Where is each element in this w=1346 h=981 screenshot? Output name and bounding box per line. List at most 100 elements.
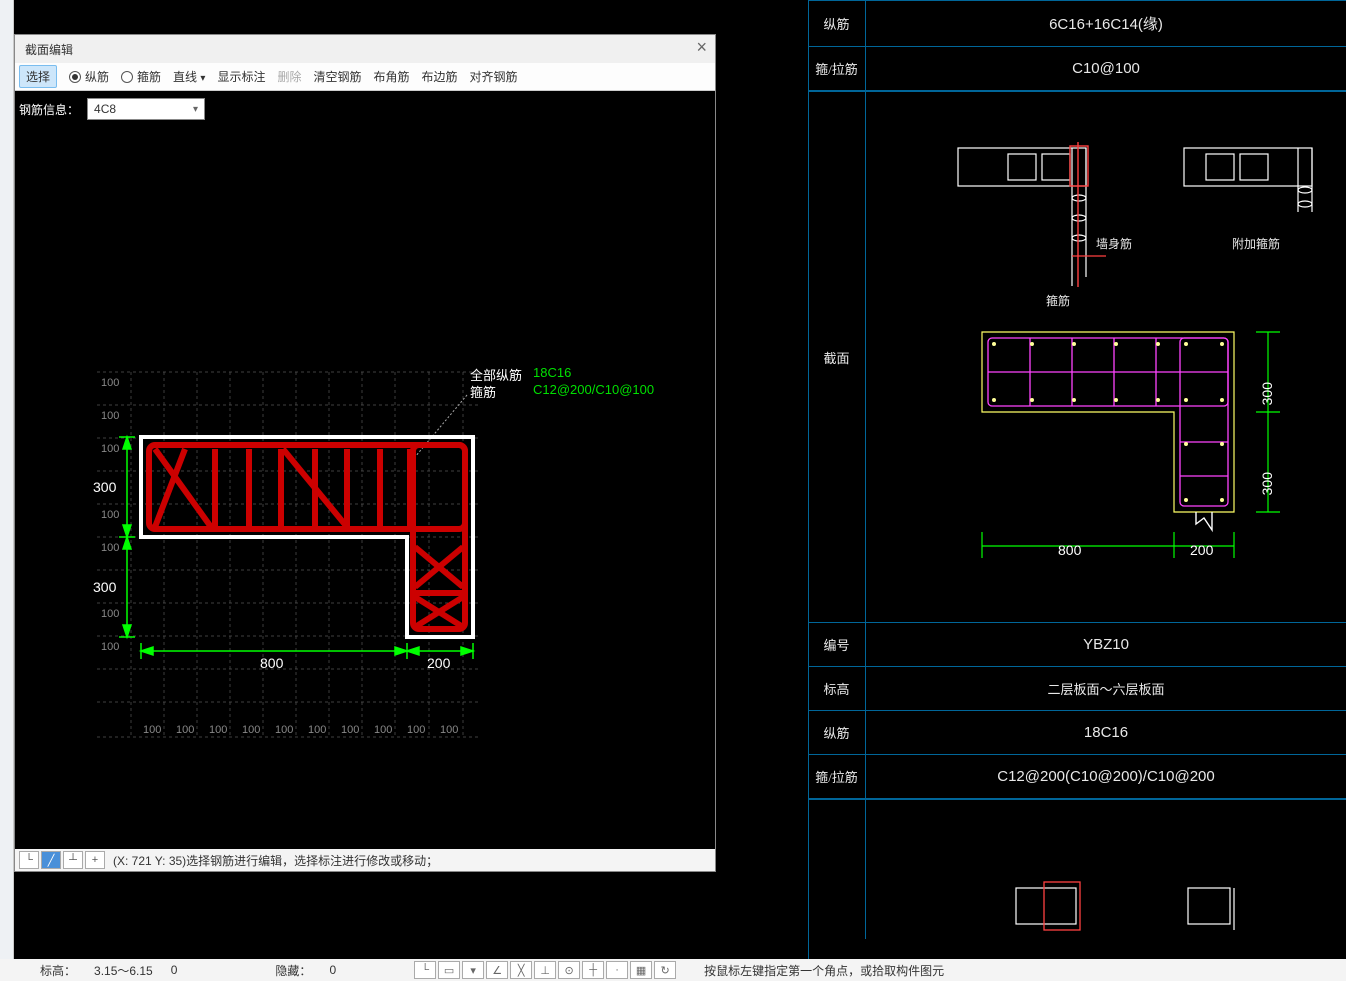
radio-dot-icon [69,71,81,83]
section-canvas[interactable]: 全部纵筋 18C16 箍筋 C12@200/C10@100 [15,127,715,849]
dialog-toolbar: 选择 纵筋 箍筋 直线 ▾ 显示标注 删除 清空钢筋 布角筋 布边筋 对齐钢筋 [15,63,715,91]
status-text: (X: 721 Y: 35)选择钢筋进行编辑，选择标注进行修改或移动； [113,852,438,869]
row-value-stirrup2: C12@200(C10@200)/C10@200 [866,755,1346,798]
row-label-id: 编号 [808,623,866,666]
rebar-info-combo[interactable]: 4C8 [87,98,205,120]
ortho-icon[interactable]: ┼ [582,961,604,979]
row-value-longitudinal: 6C16+16C14(缘) [866,1,1346,46]
global-hint: 按鼠标左键指定第一个角点，或拾取构件图元 [704,962,944,979]
grid-label: 100 [308,724,326,736]
grid-label: 100 [242,724,260,736]
dim-w2: 200 [427,655,450,671]
rebar-info-value: 4C8 [94,102,116,116]
cad-detail-panel[interactable]: 纵筋 6C16+16C14(缘) 箍/拉筋 C10@100 截面 [808,0,1346,960]
dim-w1: 800 [260,655,283,671]
radio-stirrup-label: 箍筋 [137,68,161,85]
grid-label: 100 [440,724,458,736]
row-label-stirrup2: 箍/拉筋 [808,755,866,798]
align-rebar-button[interactable]: 对齐钢筋 [470,68,518,85]
elev-value: 3.15～6.15 [94,962,153,979]
grid-label: 100 [101,542,119,554]
snap-line-icon[interactable]: ╱ [41,851,61,869]
dialog-status-bar: └ ╱ ┴ + (X: 721 Y: 35)选择钢筋进行编辑，选择标注进行修改或… [15,849,715,871]
grid-label: 100 [101,377,119,389]
row-value-longitudinal2: 18C16 [866,711,1346,754]
grid-label: 100 [341,724,359,736]
row-label-longitudinal2: 纵筋 [808,711,866,754]
clear-button[interactable]: 清空钢筋 [313,68,361,85]
select-button[interactable]: 选择 [19,65,57,88]
dialog-titlebar[interactable]: 截面编辑 × [15,35,715,63]
close-icon[interactable]: × [696,37,707,58]
snap-rect-icon[interactable]: ▭ [438,961,460,979]
rebar-info-bar: 钢筋信息： 4C8 [15,91,715,127]
snap-perp-icon[interactable]: ⊥ [534,961,556,979]
row-value-stirrup: C10@100 [866,47,1346,90]
section-diagram-row: 截面 [808,91,1346,622]
snap-endpoint-icon[interactable]: └ [414,961,436,979]
radio-circle-icon [121,71,133,83]
snap-node-icon[interactable]: ⊙ [558,961,580,979]
snap-perp-icon[interactable]: ┴ [63,851,83,869]
radio-longitudinal[interactable]: 纵筋 [69,68,109,85]
dim-h1-right: 300 [1259,382,1275,405]
dialog-title-text: 截面编辑 [25,41,73,58]
edge-rebar-button[interactable]: 布边筋 [422,68,458,85]
section-diagram: 墙身筋 附加箍筋 箍筋 800 200 300 300 [866,92,1346,622]
snap-mid-icon[interactable]: ╳ [510,961,532,979]
zero-value: 0 [171,963,178,977]
hide-label: 隐藏： [275,962,311,979]
chevron-down-icon[interactable]: ▾ [462,961,484,979]
grid-label: 100 [101,509,119,521]
snap-grid-icon[interactable]: ▦ [630,961,652,979]
snap-endpoint-icon[interactable]: └ [19,851,39,869]
rebar-info-label: 钢筋信息： [19,101,79,118]
table-row: 纵筋 18C16 [808,711,1346,755]
status-icons: └ ▭ ▾ ∠ ╳ ⊥ ⊙ ┼ · ▦ ↻ [414,961,676,979]
dim-w1-right: 800 [1058,542,1081,558]
text-extra-stirrup: 附加箍筋 [1232,235,1280,252]
text-stirrup: 箍筋 [1046,292,1070,309]
line-button[interactable]: 直线 ▾ [173,68,205,85]
grid-label: 100 [143,724,161,736]
section-editor-dialog: 截面编辑 × 选择 纵筋 箍筋 直线 ▾ 显示标注 删除 清空钢筋 布角筋 布边… [14,34,716,872]
show-annot-button[interactable]: 显示标注 [217,68,265,85]
chevron-down-icon: ▾ [200,73,205,84]
grid-label: 100 [176,724,194,736]
table-row: 箍/拉筋 C12@200(C10@200)/C10@200 [808,755,1346,799]
row-value-elev: 二层板面～六层板面 [866,667,1346,710]
grid-label: 100 [407,724,425,736]
hide-value: 0 [329,963,336,977]
dim-h2-right: 300 [1259,472,1275,495]
delete-button[interactable]: 删除 [277,68,301,85]
grid-label: 100 [101,641,119,653]
grid-label: 100 [101,443,119,455]
row-label-longitudinal: 纵筋 [808,1,866,46]
grid-label: 100 [101,608,119,620]
snap-point-icon[interactable]: · [606,961,628,979]
row-label-stirrup: 箍/拉筋 [808,47,866,90]
dim-w2-right: 200 [1190,542,1213,558]
table-row: 纵筋 6C16+16C14(缘) [808,0,1346,47]
section-drawing [15,127,715,827]
row-value-id: YBZ10 [866,623,1346,666]
dim-h1: 300 [93,479,116,495]
global-status-bar: 标高： 3.15～6.15 0 隐藏： 0 └ ▭ ▾ ∠ ╳ ⊥ ⊙ ┼ · … [0,959,1346,981]
radio-stirrup[interactable]: 箍筋 [121,68,161,85]
row-label-elev: 标高 [808,667,866,710]
rotate-icon[interactable]: ↻ [654,961,676,979]
grid-label: 100 [374,724,392,736]
elev-label: 标高： [40,962,76,979]
dim-h2: 300 [93,579,116,595]
angle-icon[interactable]: ∠ [486,961,508,979]
table-row: 箍/拉筋 C10@100 [808,47,1346,91]
snap-cross-icon[interactable]: + [85,851,105,869]
row-label-section: 截面 [808,92,866,622]
table-row: 标高 二层板面～六层板面 [808,667,1346,711]
grid-label: 100 [209,724,227,736]
radio-longitudinal-label: 纵筋 [85,68,109,85]
grid-label: 100 [275,724,293,736]
table-row: 编号 YBZ10 [808,622,1346,667]
corner-rebar-button[interactable]: 布角筋 [373,68,409,85]
text-wall-rebar: 墙身筋 [1096,235,1132,252]
